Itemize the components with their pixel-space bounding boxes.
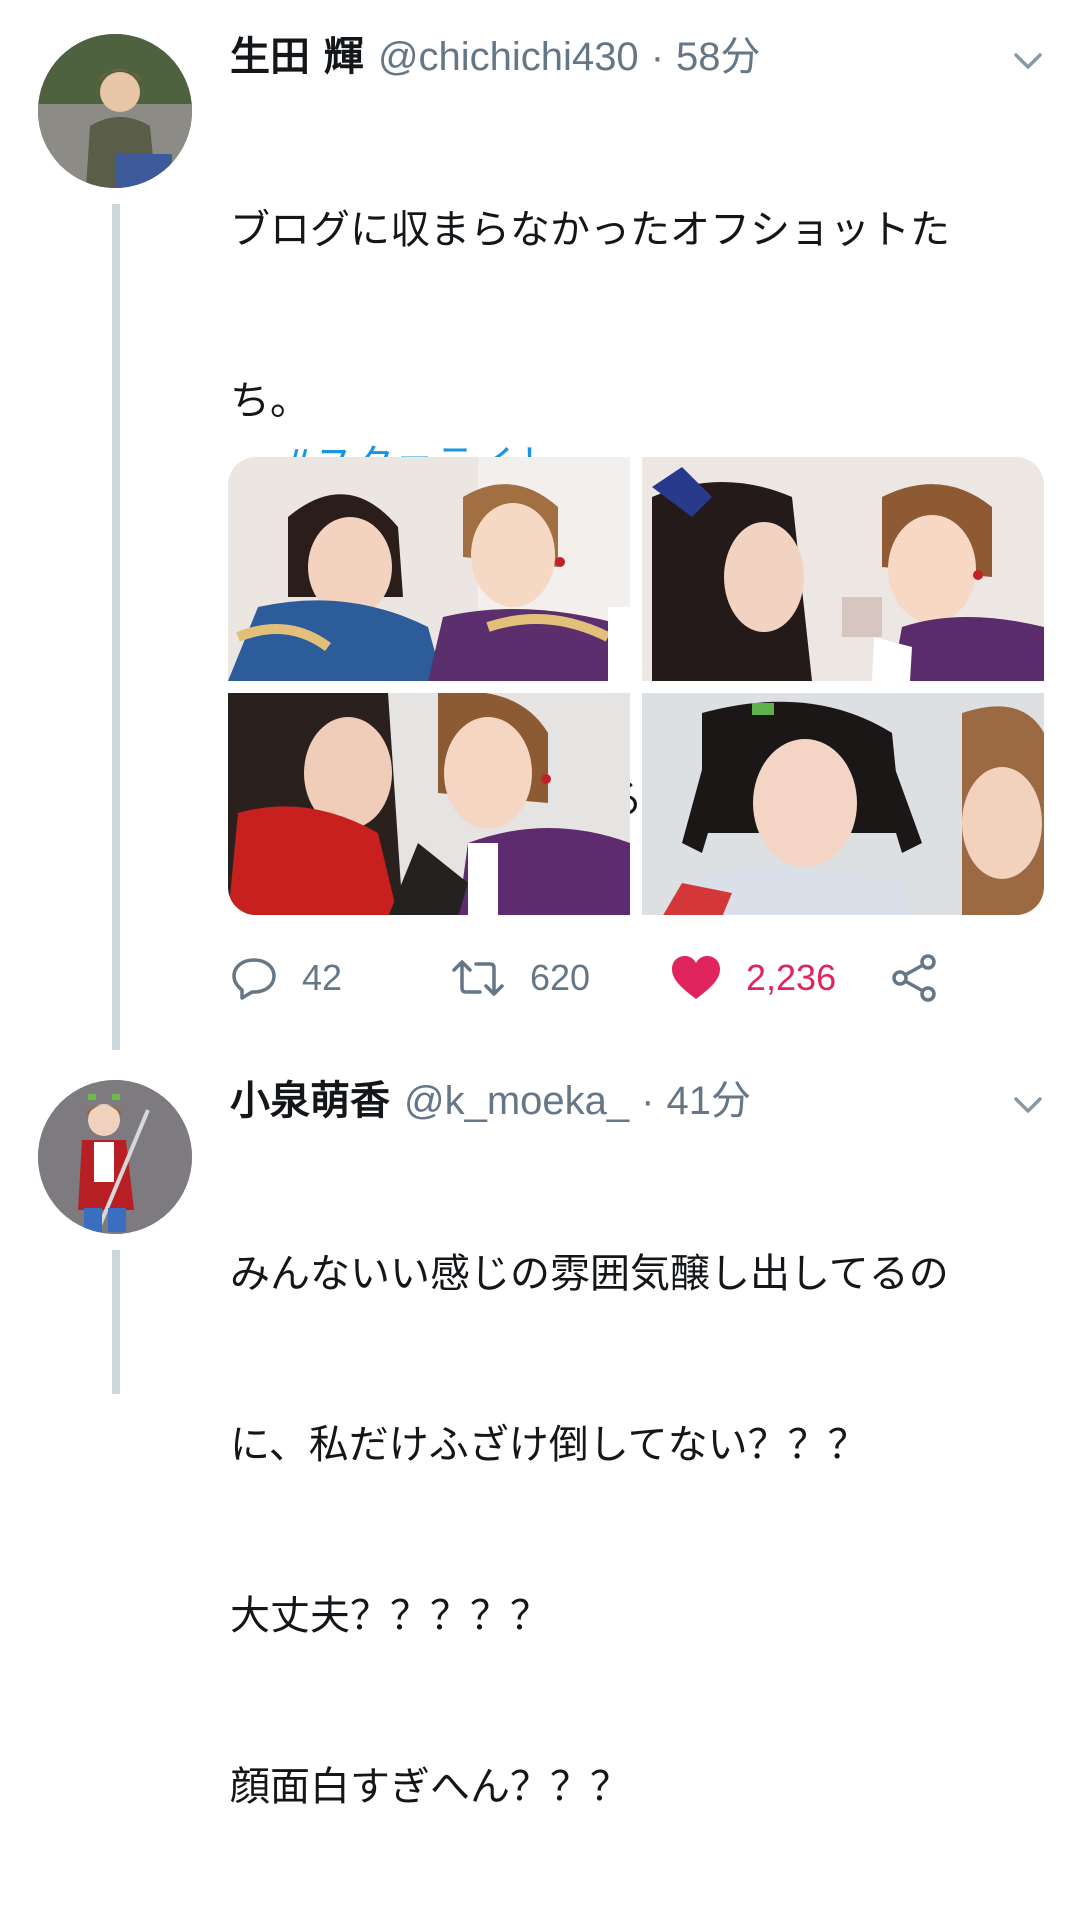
photo-2[interactable]	[642, 457, 1044, 681]
timestamp[interactable]: 58分	[676, 28, 761, 86]
thread-line	[112, 204, 120, 1050]
avatar-koizumi[interactable]	[38, 1080, 192, 1234]
media-grid	[228, 457, 1044, 915]
tweet-text-line: に、私だけふざけ倒してない？？？	[230, 1422, 868, 1468]
author-handle[interactable]: @k_moeka_	[404, 1072, 629, 1130]
author-name[interactable]: 生田 輝	[230, 28, 364, 86]
share-button[interactable]	[888, 945, 940, 1011]
separator: ·	[650, 35, 665, 79]
chevron-down-icon[interactable]	[1010, 42, 1046, 78]
retweet-count: 620	[530, 957, 591, 998]
tweet-text-line: ブログに収まらなかったオフショットた	[230, 207, 950, 253]
chevron-down-icon[interactable]	[1010, 1086, 1046, 1122]
tweet-header: 生田 輝 @chichichi430 · 58分	[230, 28, 761, 88]
like-count: 2,236	[746, 957, 837, 998]
photo-1[interactable]	[228, 457, 630, 681]
photo-4[interactable]	[642, 693, 1044, 915]
separator: ·	[641, 1079, 655, 1123]
tweet-text-line: 顔面白すぎへん？？？	[230, 1764, 630, 1810]
author-name[interactable]: 小泉萌香	[230, 1072, 390, 1130]
retweet-icon	[452, 960, 504, 996]
avatar-ikuta[interactable]	[38, 34, 192, 188]
tweet-text-line: みんないい感じの雰囲気醸し出してるの	[230, 1251, 949, 1297]
reply-icon	[232, 958, 276, 1000]
like-button[interactable]: 2,236	[670, 945, 836, 1011]
retweet-button[interactable]: 620	[450, 945, 590, 1011]
action-bar: 42 620 2,236	[230, 945, 1010, 1011]
tweet-text-line: 大丈夫？？？？？	[230, 1593, 550, 1639]
tweet-2: 小泉萌香 @k_moeka_ · 41分 みんないい感じの雰囲気醸し出してるの …	[0, 1050, 1080, 1810]
photo-3[interactable]	[228, 693, 630, 915]
reply-button[interactable]: 42	[230, 945, 342, 1011]
tweet-1: 生田 輝 @chichichi430 · 58分 ブログに収まらなかったオフショ…	[0, 0, 1080, 1050]
thread-line-lower	[112, 1250, 120, 1394]
tweet-text: みんないい感じの雰囲気醸し出してるの に、私だけふざけ倒してない？？？ 大丈夫？…	[230, 1132, 1050, 1930]
share-icon	[892, 954, 936, 1002]
tweet-header: 小泉萌香 @k_moeka_ · 41分	[230, 1072, 751, 1132]
author-handle[interactable]: @chichichi430	[378, 28, 639, 86]
timestamp[interactable]: 41分	[666, 1072, 751, 1130]
reply-count: 42	[302, 957, 343, 998]
heart-icon	[672, 956, 720, 999]
